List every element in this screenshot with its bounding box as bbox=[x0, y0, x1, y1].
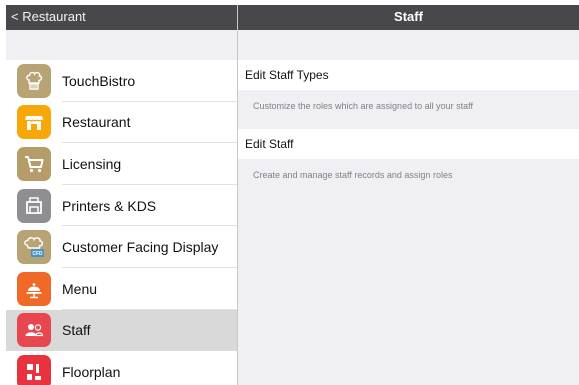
sidebar-item-staff[interactable]: Staff bbox=[6, 309, 237, 352]
page-title: Staff bbox=[238, 5, 579, 30]
sidebar-item-label: Menu bbox=[62, 280, 98, 297]
cart-icon bbox=[17, 146, 51, 181]
cfd-badge: CFD bbox=[32, 251, 43, 257]
sidebar-item-licensing[interactable]: Licensing bbox=[6, 143, 237, 185]
sidebar-menu: TouchBistro Restaurant Licensing Printer… bbox=[6, 60, 237, 385]
staff-detail-pane: Staff Edit Staff Types Customize the rol… bbox=[237, 5, 579, 385]
sidebar-item-floorplan[interactable]: Floorplan bbox=[6, 351, 237, 385]
sidebar-item-label: Restaurant bbox=[62, 114, 131, 131]
sidebar-item-menu[interactable]: Menu bbox=[6, 267, 237, 310]
detail-spacer bbox=[238, 30, 579, 60]
food-cloche-icon bbox=[17, 271, 51, 306]
sidebar-item-label: Floorplan bbox=[62, 363, 121, 380]
printer-icon bbox=[17, 188, 51, 223]
edit-staff-types-row[interactable]: Edit Staff Types bbox=[238, 60, 579, 90]
chef-hat-icon bbox=[17, 63, 51, 98]
sidebar-item-printers-kds[interactable]: Printers & KDS bbox=[6, 184, 237, 227]
floorplan-icon bbox=[17, 354, 51, 385]
sidebar-item-label: Printers & KDS bbox=[62, 197, 157, 214]
sidebar-nav-bar: < Restaurant bbox=[6, 5, 237, 30]
sidebar-item-label: Customer Facing Display bbox=[62, 239, 219, 256]
sidebar-item-label: Licensing bbox=[62, 155, 122, 172]
settings-sidebar: < Restaurant TouchBistro Restaurant Lice… bbox=[6, 5, 237, 385]
cfd-display-icon: CFD bbox=[17, 230, 51, 265]
edit-staff-row[interactable]: Edit Staff bbox=[238, 129, 579, 159]
sidebar-item-touchbistro[interactable]: TouchBistro bbox=[6, 60, 237, 102]
sidebar-item-restaurant[interactable]: Restaurant bbox=[6, 101, 237, 144]
edit-staff-types-description: Customize the roles which are assigned t… bbox=[253, 101, 473, 111]
staff-people-icon bbox=[17, 313, 51, 348]
storefront-icon bbox=[17, 105, 51, 140]
back-button[interactable]: < Restaurant bbox=[11, 7, 86, 27]
sidebar-item-customer-facing-display[interactable]: CFD Customer Facing Display bbox=[6, 226, 237, 268]
sidebar-item-label: TouchBistro bbox=[62, 72, 136, 89]
edit-staff-description: Create and manage staff records and assi… bbox=[253, 170, 453, 180]
sidebar-item-label: Staff bbox=[62, 322, 91, 339]
